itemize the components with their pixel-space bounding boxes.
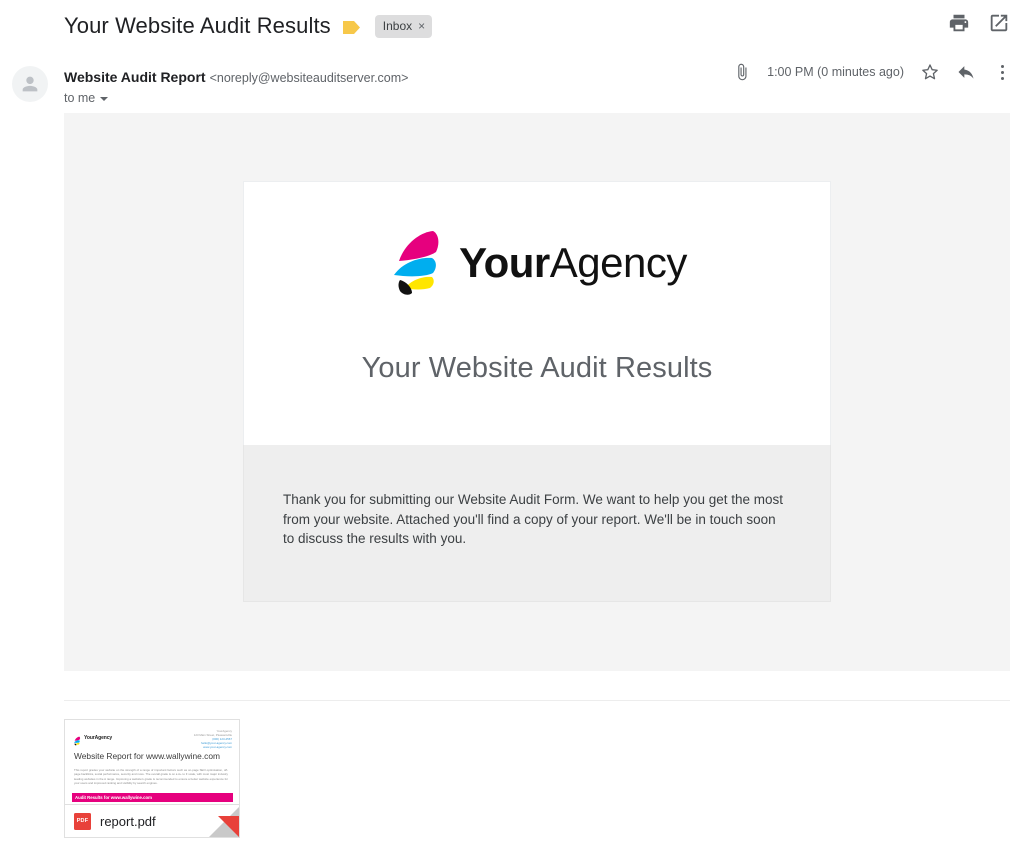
thumbnail-report-paragraph: This report grades your website on the s…: [74, 768, 228, 786]
thumbnail-logo: YourAgency: [73, 733, 113, 746]
sender-line: Website Audit Report <noreply@websiteaudi…: [64, 68, 408, 87]
paperclip-icon: [733, 63, 751, 81]
label-chip-text: Inbox: [382, 18, 413, 33]
attachment-thumbnail[interactable]: YourAgency YourAgency 123 Main Street, P…: [65, 720, 239, 805]
print-icon[interactable]: [948, 12, 970, 34]
email-card-header: YourAgency Your Website Audit Results: [243, 181, 831, 445]
youragency-feather-logo-icon: [387, 230, 445, 296]
attachment-card-report-pdf[interactable]: YourAgency YourAgency 123 Main Street, P…: [64, 719, 240, 838]
email-heading: Your Website Audit Results: [361, 352, 713, 384]
sender-name[interactable]: Website Audit Report: [64, 69, 206, 85]
brand-logo: YourAgency: [244, 230, 830, 296]
open-in-new-window-icon[interactable]: [988, 12, 1010, 34]
thumbnail-logo-text: YourAgency: [84, 735, 113, 741]
message-timestamp: 1:00 PM (0 minutes ago): [767, 65, 904, 79]
attachment-corner-fold-red-icon: [218, 816, 239, 837]
important-arrow-icon[interactable]: [342, 20, 361, 34]
avatar[interactable]: [12, 66, 48, 102]
label-chip-inbox[interactable]: Inbox ×: [374, 14, 433, 38]
reply-arrow-icon[interactable]: [956, 62, 976, 82]
brand-logo-text-bold: Your: [459, 239, 550, 286]
attachment-file-name: report.pdf: [100, 813, 156, 829]
caret-down-icon[interactable]: [100, 97, 109, 101]
brand-logo-text: YourAgency: [459, 242, 687, 284]
thumbnail-report-title: Website Report for www.wallywine.com: [74, 751, 220, 761]
star-icon[interactable]: [920, 62, 940, 82]
recipient-row[interactable]: to me: [64, 91, 408, 105]
recipient-label: to me: [64, 91, 96, 105]
thumbnail-address-block: YourAgency 123 Main Street, Pleasantvill…: [194, 729, 232, 749]
attachments-divider: [64, 700, 1010, 701]
message-meta-actions: 1:00 PM (0 minutes ago): [733, 62, 1012, 82]
kebab-more-icon[interactable]: [992, 62, 1012, 82]
page-title: Your Website Audit Results: [64, 13, 331, 38]
sender-email[interactable]: <noreply@websiteauditserver.com>: [210, 71, 409, 85]
subject-header-row: Your Website Audit Results Inbox ×: [0, 0, 1024, 52]
email-card-body: Thank you for submitting our Website Aud…: [243, 445, 831, 602]
email-paragraph: Thank you for submitting our Website Aud…: [283, 492, 783, 546]
person-avatar-icon: [22, 76, 38, 92]
youragency-feather-logo-icon: [73, 733, 81, 746]
header-actions: [948, 12, 1010, 34]
sender-details: Website Audit Report <noreply@websiteaudi…: [64, 68, 408, 105]
thumbnail-address-line: www.your-agency.com: [203, 745, 232, 750]
close-icon[interactable]: ×: [418, 20, 425, 32]
email-body-panel: YourAgency Your Website Audit Results Th…: [64, 113, 1010, 671]
brand-logo-text-light: Agency: [549, 239, 688, 286]
pdf-file-icon: PDF: [74, 812, 91, 830]
thumbnail-results-banner: Audit Results for www.wallywine.com: [72, 793, 233, 802]
